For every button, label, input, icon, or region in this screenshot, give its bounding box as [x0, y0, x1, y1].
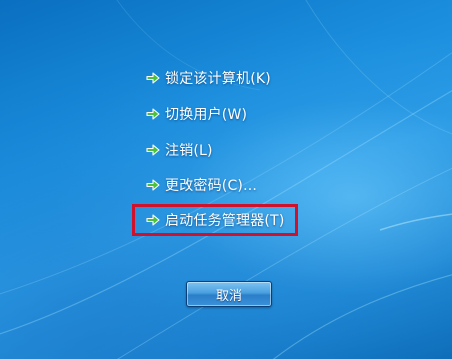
highlight-box [132, 204, 298, 236]
cancel-button-label: 取消 [215, 288, 242, 304]
green-arrow-icon [146, 72, 160, 84]
change-password-option[interactable]: 更改密码(C)... [146, 174, 257, 196]
green-arrow-icon [146, 144, 160, 156]
cancel-button[interactable]: 取消 [186, 281, 272, 307]
green-arrow-icon [146, 179, 160, 191]
change-password-label: 更改密码(C)... [165, 178, 258, 194]
switch-user-option[interactable]: 切换用户(W) [146, 103, 247, 125]
lock-computer-label: 锁定该计算机(K) [165, 71, 271, 87]
log-off-label: 注销(L) [165, 143, 213, 159]
switch-user-label: 切换用户(W) [165, 107, 248, 123]
log-off-option[interactable]: 注销(L) [146, 139, 213, 161]
green-arrow-icon [146, 108, 160, 120]
lock-computer-option[interactable]: 锁定该计算机(K) [146, 67, 271, 89]
